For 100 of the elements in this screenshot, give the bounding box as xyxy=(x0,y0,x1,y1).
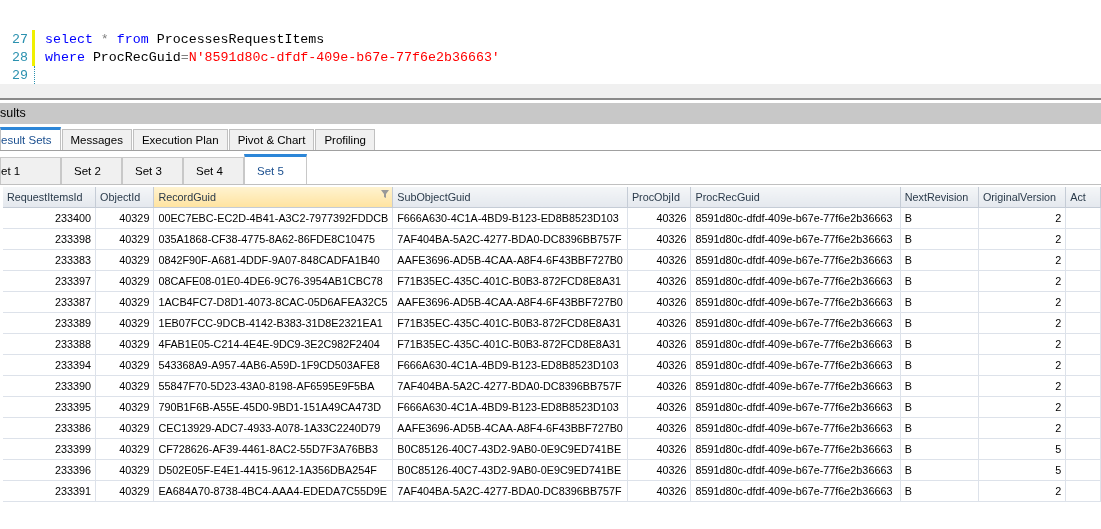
table-cell: F666A630-4C1A-4BD9-B123-ED8B8523D103 xyxy=(392,354,628,376)
table-cell: 2 xyxy=(978,312,1066,334)
results-tab[interactable]: Execution Plan xyxy=(132,129,228,150)
table-cell: B xyxy=(900,354,979,376)
table-cell: 8591d80c-dfdf-409e-b67e-77f6e2b36663 xyxy=(691,354,901,376)
table-cell: 8591d80c-dfdf-409e-b67e-77f6e2b36663 xyxy=(691,438,901,460)
table-cell: 40326 xyxy=(627,396,691,418)
result-set-tab[interactable]: Set 2 xyxy=(61,157,122,184)
results-tab[interactable]: Profiling xyxy=(315,129,375,150)
line-number: 27 xyxy=(11,31,29,47)
table-cell: 2 xyxy=(978,480,1066,502)
table-cell: 0842F90F-A681-4DDF-9A07-848CADFA1B40 xyxy=(153,249,393,271)
results-tab[interactable]: Pivot & Chart xyxy=(228,129,315,150)
table-cell: 8591d80c-dfdf-409e-b67e-77f6e2b36663 xyxy=(691,459,901,481)
table-cell: 233391 xyxy=(3,480,96,502)
table-cell: 233386 xyxy=(3,417,96,439)
table-cell: 2 xyxy=(978,291,1066,313)
table-cell: B0C85126-40C7-43D2-9AB0-0E9C9ED741BE xyxy=(392,459,628,481)
table-cell: B xyxy=(900,396,979,418)
column-header[interactable]: NextRevision xyxy=(900,187,979,208)
table-cell: 40329 xyxy=(95,354,154,376)
column-header[interactable]: Act xyxy=(1065,187,1101,208)
table-cell: 40326 xyxy=(627,354,691,376)
table-cell: 40326 xyxy=(627,333,691,355)
result-set-tab[interactable]: Set 4 xyxy=(183,157,244,184)
table-cell: F71B35EC-435C-401C-B0B3-872FCD8E8A31 xyxy=(392,333,628,355)
table-cell: 1EB07FCC-9DCB-4142-B383-31D8E2321EA1 xyxy=(153,312,393,334)
table-cell: F666A630-4C1A-4BD9-B123-ED8B8523D103 xyxy=(392,396,628,418)
table-cell: B xyxy=(900,375,979,397)
table-cell: B xyxy=(900,480,979,502)
table-cell: 8591d80c-dfdf-409e-b67e-77f6e2b36663 xyxy=(691,396,901,418)
table-cell: 233399 xyxy=(3,438,96,460)
table-cell: 00EC7EBC-EC2D-4B41-A3C2-7977392FDDCB xyxy=(153,207,393,229)
table-cell: 7AF404BA-5A2C-4277-BDA0-DC8396BB757F xyxy=(392,228,628,250)
table-cell: 233388 xyxy=(3,333,96,355)
results-tab[interactable]: esult Sets xyxy=(0,127,61,150)
table-cell: 8591d80c-dfdf-409e-b67e-77f6e2b36663 xyxy=(691,270,901,292)
column-header[interactable]: ProcObjId xyxy=(627,187,691,208)
table-cell: 2 xyxy=(978,207,1066,229)
table-cell: 5 xyxy=(978,438,1066,460)
results-title: sults xyxy=(0,103,1101,125)
table-cell: B xyxy=(900,417,979,439)
table-cell: B xyxy=(900,249,979,271)
table-cell: 2 xyxy=(978,333,1066,355)
table-cell: 233395 xyxy=(3,396,96,418)
table-cell: 40329 xyxy=(95,459,154,481)
table-cell: B xyxy=(900,333,979,355)
table-cell: EA684A70-8738-4BC4-AAA4-EDEDA7C55D9E xyxy=(153,480,393,502)
table-cell: 2 xyxy=(978,375,1066,397)
table-cell: 40329 xyxy=(95,396,154,418)
table-cell: 233398 xyxy=(3,228,96,250)
table-cell: 2 xyxy=(978,396,1066,418)
table-cell: 40326 xyxy=(627,207,691,229)
table-cell: 40326 xyxy=(627,270,691,292)
table-cell: 8591d80c-dfdf-409e-b67e-77f6e2b36663 xyxy=(691,333,901,355)
filter-icon[interactable] xyxy=(381,190,390,198)
column-header[interactable]: RequestItemsId xyxy=(3,187,96,208)
table-cell: 40326 xyxy=(627,291,691,313)
table-cell: D502E05F-E4E1-4415-9612-1A356DBA254F xyxy=(153,459,393,481)
column-header[interactable]: SubObjectGuid xyxy=(392,187,628,208)
table-cell: 40329 xyxy=(95,333,154,355)
table-cell: B0C85126-40C7-43D2-9AB0-0E9C9ED741BE xyxy=(392,438,628,460)
table-cell: 55847F70-5D23-43A0-8198-AF6595E9F5BA xyxy=(153,375,393,397)
table-cell: 233387 xyxy=(3,291,96,313)
table-cell: AAFE3696-AD5B-4CAA-A8F4-6F43BBF727B0 xyxy=(392,249,628,271)
result-set-tab[interactable]: Set 5 xyxy=(244,154,307,184)
table-cell: 035A1868-CF38-4775-8A62-86FDE8C10475 xyxy=(153,228,393,250)
table-cell: 40326 xyxy=(627,249,691,271)
result-set-tab[interactable]: et 1 xyxy=(0,157,61,184)
table-cell: B xyxy=(900,312,979,334)
table-cell: 40329 xyxy=(95,480,154,502)
table-cell: 40329 xyxy=(95,375,154,397)
table-cell: 2 xyxy=(978,270,1066,292)
table-cell: B xyxy=(900,207,979,229)
table-cell: 8591d80c-dfdf-409e-b67e-77f6e2b36663 xyxy=(691,228,901,250)
column-header[interactable]: ProcRecGuid xyxy=(691,187,901,208)
table-cell: 40326 xyxy=(627,438,691,460)
table-cell: 233394 xyxy=(3,354,96,376)
table-cell: 40329 xyxy=(95,312,154,334)
column-header[interactable]: OriginalVersion xyxy=(978,187,1066,208)
table-cell: F666A630-4C1A-4BD9-B123-ED8B8523D103 xyxy=(392,207,628,229)
table-cell: 1ACB4FC7-D8D1-4073-8CAC-05D6AFEA32C5 xyxy=(153,291,393,313)
table-cell: 7AF404BA-5A2C-4277-BDA0-DC8396BB757F xyxy=(392,375,628,397)
table-cell: 5 xyxy=(978,459,1066,481)
table-cell: 4FAB1E05-C214-4E4E-9DC9-3E2C982F2404 xyxy=(153,333,393,355)
table-cell: 2 xyxy=(978,249,1066,271)
column-header[interactable]: RecordGuid xyxy=(153,187,393,208)
result-set-tab[interactable]: Set 3 xyxy=(122,157,183,184)
table-cell: 790B1F6B-A55E-45D0-9BD1-151A49CA473D xyxy=(153,396,393,418)
results-tab[interactable]: Messages xyxy=(61,129,132,150)
table-cell: 40326 xyxy=(627,480,691,502)
table-cell: 8591d80c-dfdf-409e-b67e-77f6e2b36663 xyxy=(691,312,901,334)
table-cell: 233397 xyxy=(3,270,96,292)
column-header[interactable]: ObjectId xyxy=(95,187,154,208)
line-number: 29 xyxy=(11,67,29,83)
table-cell: 40329 xyxy=(95,270,154,292)
table-cell: 40329 xyxy=(95,207,154,229)
table-cell: 7AF404BA-5A2C-4277-BDA0-DC8396BB757F xyxy=(392,480,628,502)
table-cell: F71B35EC-435C-401C-B0B3-872FCD8E8A31 xyxy=(392,270,628,292)
table-cell: 543368A9-A957-4AB6-A59D-1F9CD503AFE8 xyxy=(153,354,393,376)
